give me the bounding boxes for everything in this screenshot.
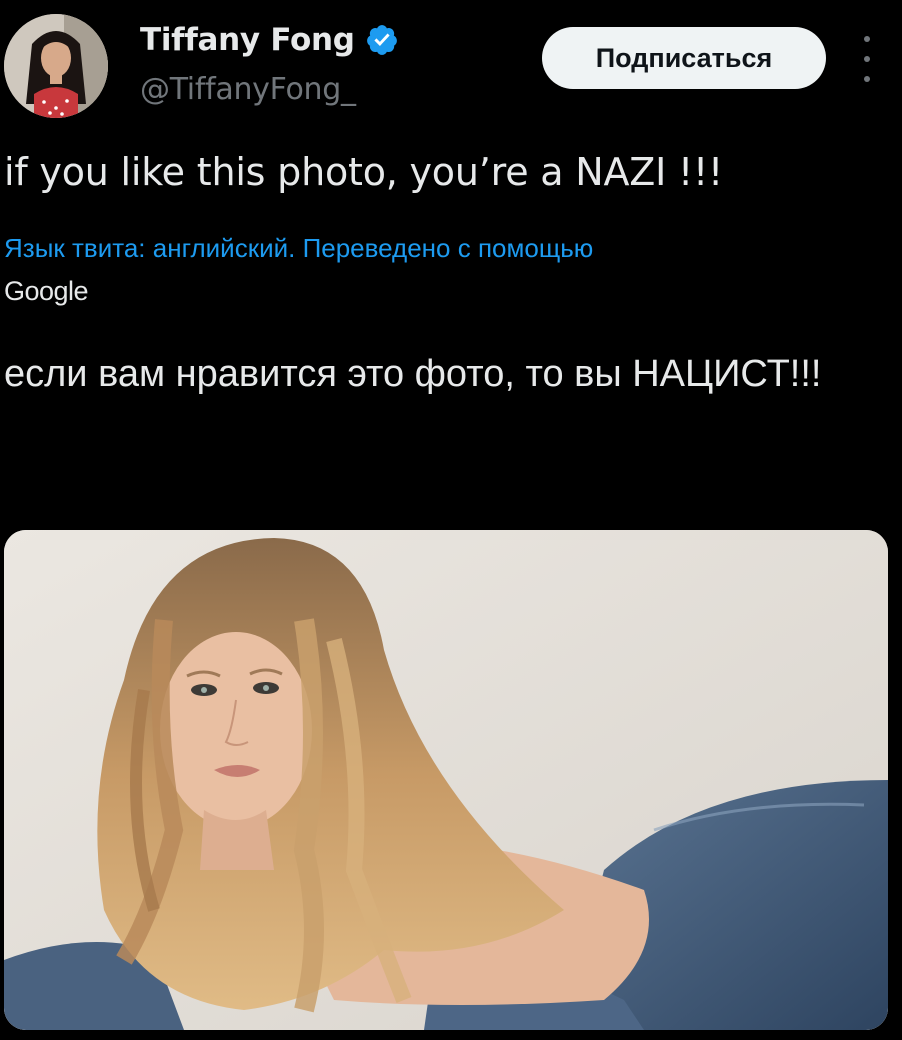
follow-button[interactable]: Подписаться [542,27,826,89]
more-dot [864,36,870,42]
translation-note-link[interactable]: Язык твита: английский. Переведено с пом… [4,233,593,264]
google-logo: Google [4,276,89,306]
author-handle[interactable]: @TiffanyFong_ [140,72,356,107]
photo-image [4,530,888,1030]
tweet-photo[interactable] [4,530,888,1030]
tweet: Tiffany Fong @TiffanyFong_ Подписаться i… [0,0,902,1040]
more-options-icon[interactable] [852,36,882,82]
more-dot [864,56,870,62]
author-name-row[interactable]: Tiffany Fong [140,22,399,58]
translated-text: если вам нравится это фото, то вы НАЦИСТ… [4,353,822,395]
tweet-text: if you like this photo, you’re a NAZI !!… [4,150,724,194]
more-dot [864,76,870,82]
author-display-name[interactable]: Tiffany Fong [140,22,355,58]
verified-badge-icon [366,25,397,55]
avatar-image [4,14,108,118]
avatar[interactable] [4,14,108,118]
